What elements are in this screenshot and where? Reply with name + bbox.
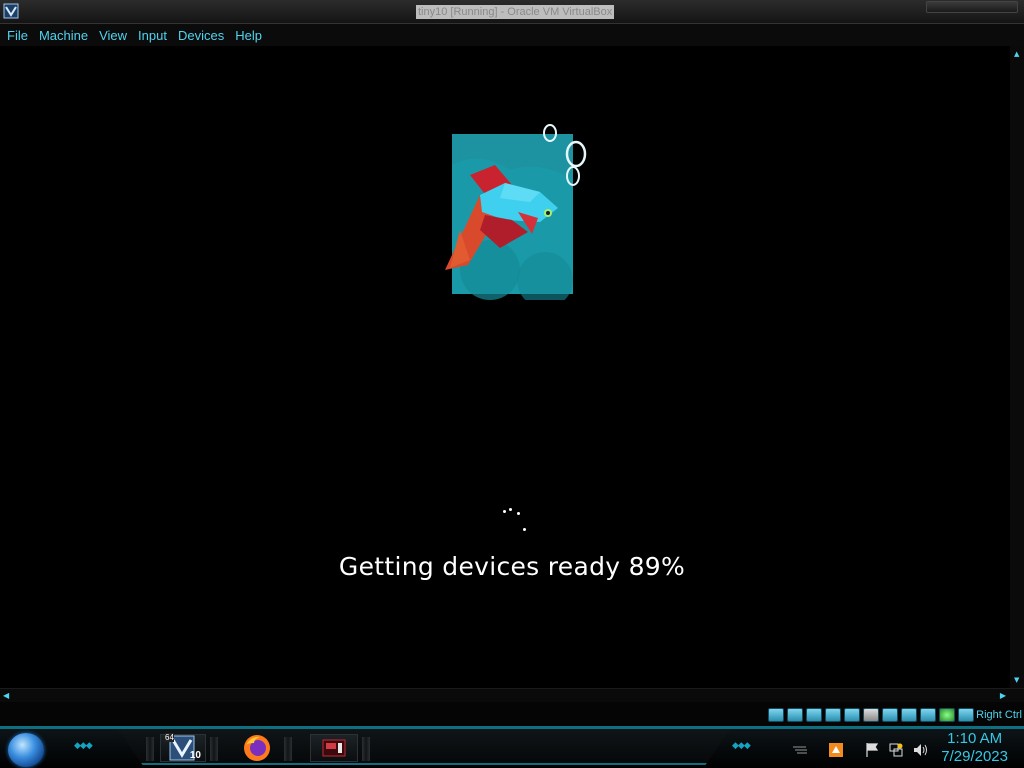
scroll-down-icon[interactable]: ▼ [1014,676,1019,684]
keyboard-icon[interactable] [958,708,974,722]
firefox-icon[interactable] [242,733,272,763]
dock-separator [210,737,218,761]
shared-folder-icon[interactable] [863,708,879,722]
usb-icon[interactable] [844,708,860,722]
tiny10-badge-bottom: 10 [189,750,201,761]
network-icon[interactable] [825,708,841,722]
taskbar-item-media[interactable] [310,734,358,762]
audio-icon[interactable] [806,708,822,722]
window-controls[interactable] [926,1,1018,13]
scroll-up-icon[interactable]: ▲ [1014,50,1019,58]
clock-time: 1:10 AM [947,730,1003,747]
dock-separator [284,737,292,761]
menu-view[interactable]: View [94,28,132,43]
recording-icon[interactable] [901,708,917,722]
system-clock[interactable]: 1:10 AM 7/29/2023 [941,730,1008,766]
optical-drive-icon[interactable] [787,708,803,722]
title-bar: tiny10 [Running] - Oracle VM VirtualBox [0,0,1024,24]
betta-fish-illustration [445,124,587,300]
menu-machine[interactable]: Machine [34,28,93,43]
cpu-icon[interactable] [920,708,936,722]
window-title: tiny10 [Running] - Oracle VM VirtualBox [416,5,615,19]
chevron-decor-icon: ◆◆◆ [74,741,93,751]
scroll-right-icon[interactable]: ▶ [1000,691,1006,700]
taskbar: ◆◆◆ 64 10 ◆◆◆ 1:10 AM 7/29/2023 [0,726,1024,768]
scroll-left-icon[interactable]: ◀ [3,691,9,700]
loading-spinner [498,504,530,536]
host-key-label[interactable]: Right Ctrl [976,709,1022,721]
tiny10-badge-top: 64 [165,733,174,742]
network-tray-icon[interactable] [888,742,904,758]
media-player-icon [322,739,346,757]
setup-status-text: Getting devices ready 89% [338,552,686,581]
chevron-decor-icon: ◆◆◆ [732,741,751,751]
vertical-scrollbar[interactable]: ▲ ▼ [1010,46,1024,688]
menu-devices[interactable]: Devices [173,28,229,43]
horizontal-scrollbar[interactable]: ◀ ▶ [0,688,1024,702]
vm-status-bar: Right Ctrl [0,702,1024,726]
mouse-integration-icon[interactable] [939,708,955,722]
clock-date: 7/29/2023 [941,748,1008,765]
desktop-lines-icon[interactable] [792,742,808,758]
dock-separator [362,737,370,761]
flag-icon[interactable] [864,742,880,758]
menu-file[interactable]: File [2,28,33,43]
dock-separator [146,737,154,761]
system-tray: 1:10 AM 7/29/2023 [784,729,1024,768]
virtualbox-icon[interactable] [3,3,19,19]
menu-input[interactable]: Input [133,28,172,43]
menu-help[interactable]: Help [230,28,267,43]
start-button[interactable] [8,733,44,767]
taskbar-item-tiny10[interactable]: 64 10 [160,733,206,762]
menu-bar: File Machine View Input Devices Help [0,24,1024,46]
display-icon[interactable] [882,708,898,722]
hard-disk-icon[interactable] [768,708,784,722]
firefox-tray-icon[interactable] [828,742,844,758]
volume-icon[interactable] [912,742,928,758]
